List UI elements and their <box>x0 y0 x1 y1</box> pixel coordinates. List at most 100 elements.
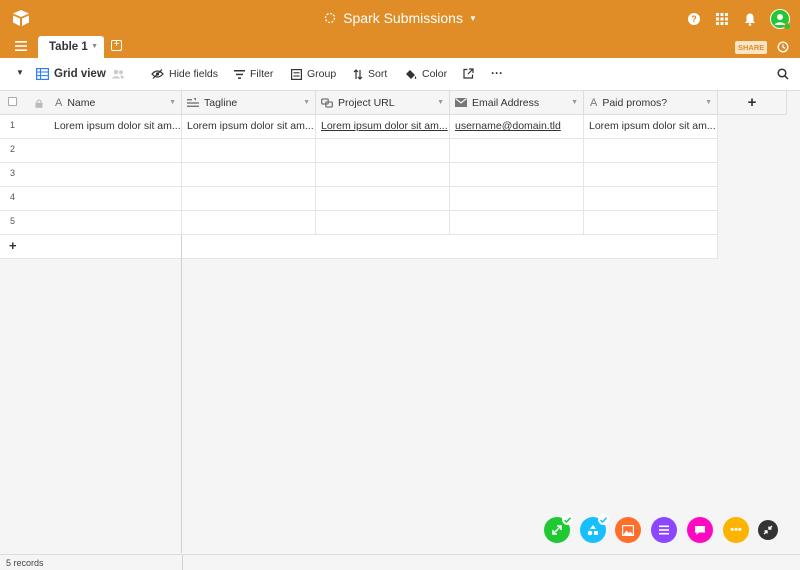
tab-table-1[interactable]: Table 1 ▼ <box>38 36 104 58</box>
add-record-row[interactable] <box>182 235 718 259</box>
table-cell[interactable] <box>316 187 450 211</box>
table-cell[interactable] <box>182 211 316 235</box>
table-cell[interactable] <box>182 139 316 163</box>
paint-bucket-icon <box>406 69 417 79</box>
chevron-down-icon[interactable]: ▼ <box>169 99 176 106</box>
row-number: 1 <box>10 120 16 130</box>
table-cell[interactable] <box>584 187 718 211</box>
filter-button[interactable]: Filter <box>234 68 273 80</box>
table-cell[interactable] <box>49 187 182 211</box>
column-header-name[interactable]: A Name ▼ <box>49 91 182 115</box>
table-cell[interactable] <box>316 163 450 187</box>
search-button[interactable] <box>777 68 789 80</box>
chat-bubble-icon <box>695 525 705 535</box>
url-cell[interactable]: Lorem ipsum dolor sit am... <box>316 115 450 139</box>
url-icon <box>321 97 333 108</box>
row-number-cell: 5 <box>0 211 49 235</box>
external-link-icon <box>463 68 474 79</box>
group-icon <box>291 68 302 80</box>
column-label: Paid promos? <box>602 96 668 109</box>
chevron-down-icon: ▼ <box>468 13 477 23</box>
more-options-button[interactable]: ··· <box>491 66 503 80</box>
add-field-button[interactable]: + <box>718 91 787 115</box>
base-icon <box>324 12 336 24</box>
table-cell[interactable] <box>584 163 718 187</box>
more-apps-button[interactable]: ••• <box>723 517 749 543</box>
chevron-down-icon[interactable]: ▼ <box>303 99 310 106</box>
table-cell[interactable] <box>316 211 450 235</box>
bell-icon[interactable] <box>742 11 758 27</box>
divider <box>182 555 183 570</box>
help-icon[interactable]: ? <box>686 11 702 27</box>
collaborators-icon <box>111 69 124 79</box>
view-switcher[interactable]: Grid view <box>36 68 125 80</box>
table-cell[interactable] <box>450 163 584 187</box>
chevron-down-icon[interactable]: ▼ <box>437 99 444 106</box>
views-toggle[interactable]: ▼ <box>16 68 24 77</box>
list-app-button[interactable] <box>651 517 677 543</box>
check-badge-icon <box>562 514 573 525</box>
table-cell[interactable]: Lorem ipsum dolor sit am... <box>49 115 182 139</box>
history-icon[interactable] <box>777 41 789 53</box>
online-status-icon <box>784 23 791 30</box>
menu-icon[interactable] <box>15 41 27 51</box>
chat-app-button[interactable] <box>687 517 713 543</box>
table-cell[interactable] <box>49 139 182 163</box>
sort-icon <box>353 68 363 80</box>
user-avatar[interactable] <box>770 9 791 30</box>
column-header-paid-promos[interactable]: A Paid promos? ▼ <box>584 91 718 115</box>
column-header-project-url[interactable]: Project URL ▼ <box>316 91 450 115</box>
expand-app-button[interactable] <box>544 514 573 543</box>
group-label: Group <box>307 68 337 80</box>
table-cell[interactable] <box>450 187 584 211</box>
chevron-down-icon[interactable]: ▼ <box>91 43 98 50</box>
caret-down-icon: ▼ <box>16 68 24 77</box>
filter-icon <box>234 69 245 79</box>
footer-bar: 5 records <box>0 554 800 570</box>
column-header-tagline[interactable]: Tagline ▼ <box>182 91 316 115</box>
select-all-checkbox[interactable] <box>8 97 17 106</box>
arrows-diagonal-icon <box>552 525 562 535</box>
chevron-down-icon[interactable]: ▼ <box>705 99 712 106</box>
table-cell[interactable] <box>584 211 718 235</box>
shapes-icon <box>587 525 598 536</box>
apps-app-button[interactable] <box>580 514 609 543</box>
table-cell[interactable] <box>182 187 316 211</box>
column-header-email[interactable]: Email Address ▼ <box>450 91 584 115</box>
table-cell[interactable]: Lorem ipsum dolor sit am... <box>584 115 718 139</box>
column-label: Project URL <box>338 96 395 109</box>
sort-label: Sort <box>368 68 388 80</box>
color-button[interactable]: Color <box>405 68 447 80</box>
table-cell[interactable] <box>316 139 450 163</box>
image-app-button[interactable] <box>615 517 641 543</box>
long-text-icon <box>187 97 199 107</box>
base-title[interactable]: Spark Submissions ▼ <box>0 10 800 28</box>
group-button[interactable]: Group <box>291 68 336 80</box>
add-record-button[interactable]: + <box>0 235 182 259</box>
table-cell[interactable] <box>450 211 584 235</box>
table-cell[interactable] <box>49 163 182 187</box>
tab-label: Table 1 <box>49 41 88 53</box>
share-view-button[interactable] <box>463 68 474 79</box>
collapse-arrows-icon <box>763 525 773 535</box>
add-table-icon[interactable]: + <box>111 40 122 51</box>
hide-fields-button[interactable]: Hide fields <box>151 68 218 80</box>
sort-button[interactable]: Sort <box>353 68 387 80</box>
table-cell[interactable] <box>182 163 316 187</box>
share-button[interactable]: SHARE <box>735 41 768 54</box>
chevron-down-icon[interactable]: ▼ <box>571 99 578 106</box>
table-cell[interactable]: Lorem ipsum dolor sit am... <box>182 115 316 139</box>
text-icon: A <box>590 96 598 109</box>
view-toolbar: ▼ Grid view Hide fields Filter Group Sor… <box>0 58 800 91</box>
table-cell[interactable] <box>49 211 182 235</box>
table-cell[interactable] <box>584 139 718 163</box>
table-cell[interactable] <box>450 139 584 163</box>
email-cell[interactable]: username@domain.tld <box>450 115 584 139</box>
lock-icon <box>35 99 43 108</box>
column-label: Tagline <box>204 96 238 109</box>
apps-grid-icon[interactable] <box>714 11 730 27</box>
row-number-cell: 1 <box>0 115 49 139</box>
collapse-apps-button[interactable] <box>758 520 778 540</box>
row-number: 3 <box>10 168 16 178</box>
row-number-cell: 4 <box>0 187 49 211</box>
